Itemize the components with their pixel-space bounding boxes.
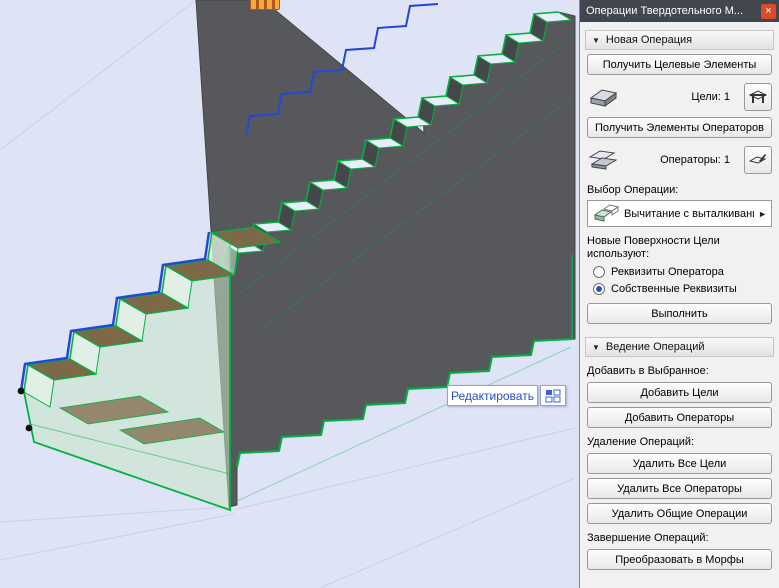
section-new-operation-label: Новая Операция — [605, 34, 693, 46]
selection-handle[interactable] — [17, 387, 25, 395]
radio-selected-icon[interactable] — [593, 283, 605, 295]
section-manage-operations[interactable]: ▼ Ведение Операций — [585, 337, 774, 357]
finish-operations-label: Завершение Операций: — [587, 532, 709, 544]
panel-close-button[interactable]: × — [761, 3, 776, 19]
new-surfaces-label-line2: используют: — [587, 248, 650, 260]
3d-viewport[interactable]: Редактировать — [0, 0, 579, 588]
pick-target-button[interactable] — [744, 83, 772, 111]
operation-dropdown[interactable]: Вычитание с выталкивание... ► — [587, 200, 772, 227]
collapse-triangle-icon: ▼ — [592, 342, 600, 352]
operators-count: Операторы: 1 — [660, 154, 730, 166]
delete-all-targets-button[interactable]: Удалить Все Цели — [587, 453, 772, 474]
section-manage-operations-label: Ведение Операций — [605, 341, 705, 353]
section-new-operation[interactable]: ▼ Новая Операция — [585, 30, 774, 50]
operation-value: Вычитание с выталкивание... — [624, 207, 754, 220]
panel-body: ▼ Новая Операция Получить Целевые Элемен… — [580, 22, 779, 588]
pet-palette-icon — [545, 389, 561, 402]
delete-all-operators-button[interactable]: Удалить Все Операторы — [587, 478, 772, 499]
radio-unselected-icon[interactable] — [593, 266, 605, 278]
targets-count: Цели: 1 — [691, 91, 730, 103]
collapse-triangle-icon: ▼ — [592, 35, 600, 45]
delete-operations-label: Удаление Операций: — [587, 436, 695, 448]
pick-target-icon — [749, 90, 767, 103]
operator-elements-icon — [587, 147, 623, 173]
choose-operation-label: Выбор Операции: — [587, 184, 679, 196]
operators-row: Операторы: 1 — [587, 144, 772, 176]
radio-operator-attributes-label: Реквизиты Оператора — [611, 266, 724, 278]
pick-operator-icon — [749, 154, 767, 164]
convert-to-morphs-button[interactable]: Преобразовать в Морфы — [587, 549, 772, 570]
get-operator-elements-button[interactable]: Получить Элементы Операторов — [587, 117, 772, 138]
radio-own-attributes-label: Собственные Реквизиты — [611, 283, 737, 295]
add-targets-button[interactable]: Добавить Цели — [587, 382, 772, 403]
operation-icon — [593, 203, 620, 222]
targets-row: Цели: 1 — [587, 81, 772, 113]
radio-own-attributes[interactable]: Собственные Реквизиты — [593, 283, 766, 295]
get-target-elements-button[interactable]: Получить Целевые Элементы — [587, 54, 772, 75]
new-surfaces-label-line1: Новые Поверхности Цели — [587, 235, 720, 247]
execute-button[interactable]: Выполнить — [587, 303, 772, 324]
selection-handle[interactable] — [25, 424, 33, 432]
delete-common-operations-button[interactable]: Удалить Общие Операции — [587, 503, 772, 524]
add-to-selected-label: Добавить в Выбранное: — [587, 365, 709, 377]
flyout-arrow-icon: ► — [758, 208, 767, 219]
add-operators-button[interactable]: Добавить Операторы — [587, 407, 772, 428]
panel-title: Операции Твердотельного М... — [586, 5, 744, 17]
target-elements-icon — [587, 84, 623, 110]
3d-scene[interactable] — [0, 0, 579, 588]
solid-operations-panel: Операции Твердотельного М... × ▼ Новая О… — [579, 0, 779, 588]
pet-palette-button[interactable] — [540, 385, 566, 406]
application-window: Редактировать Операции Твердотельного М.… — [0, 0, 779, 588]
radio-operator-attributes[interactable]: Реквизиты Оператора — [593, 266, 766, 278]
marquee-icon-partial[interactable] — [250, 0, 280, 10]
new-surfaces-label: Новые Поверхности Цели используют: — [587, 235, 772, 261]
pick-operator-button[interactable] — [744, 146, 772, 174]
panel-titlebar[interactable]: Операции Твердотельного М... × — [580, 0, 779, 22]
edit-tooltip-label: Редактировать — [451, 388, 534, 403]
edit-tooltip[interactable]: Редактировать — [447, 385, 538, 406]
